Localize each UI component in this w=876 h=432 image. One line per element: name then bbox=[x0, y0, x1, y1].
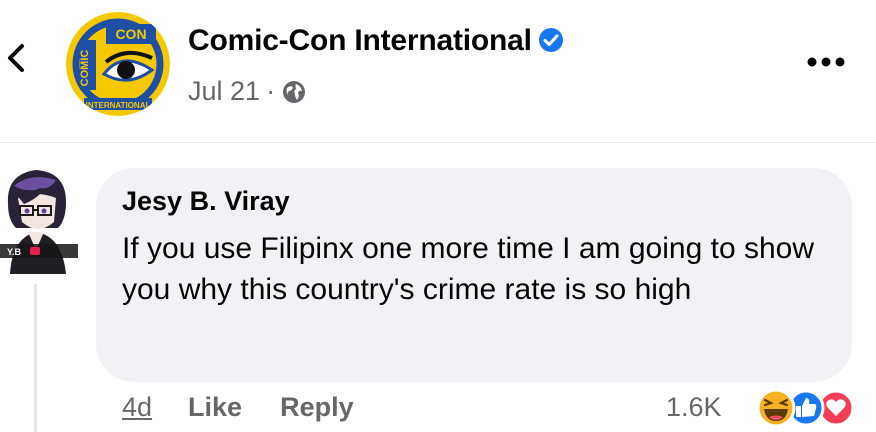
commenter-avatar-image: Y.B bbox=[0, 170, 78, 274]
more-options-button[interactable] bbox=[800, 50, 852, 74]
comment-time[interactable]: 4d bbox=[122, 392, 152, 423]
header-divider bbox=[0, 142, 876, 143]
comment-author[interactable]: Jesy B. Viray bbox=[122, 186, 290, 217]
meta-separator: · bbox=[266, 76, 276, 106]
comic-con-logo: COMIC CON INTERNATIONAL bbox=[66, 12, 170, 116]
page-name[interactable]: Comic-Con International bbox=[188, 24, 564, 58]
reaction-summary[interactable] bbox=[736, 388, 860, 428]
globe-icon bbox=[283, 81, 306, 103]
reply-button[interactable]: Reply bbox=[280, 392, 354, 423]
commenter-avatar[interactable]: Y.B bbox=[0, 164, 78, 280]
back-button[interactable] bbox=[2, 38, 30, 78]
page-name-text[interactable]: Comic-Con International bbox=[188, 24, 532, 57]
post-meta: Jul 21 · bbox=[188, 76, 307, 107]
thread-line bbox=[34, 284, 37, 432]
svg-text:INTERNATIONAL: INTERNATIONAL bbox=[86, 101, 151, 110]
post-view: COMIC CON INTERNATIONAL Comic-Con Intern… bbox=[0, 0, 876, 432]
haha-reaction-icon bbox=[756, 388, 796, 428]
chevron-left-icon bbox=[8, 44, 24, 72]
svg-text:CON: CON bbox=[115, 26, 146, 42]
comment-text: If you use Filipinx one more time I am g… bbox=[122, 232, 814, 306]
page-avatar[interactable]: COMIC CON INTERNATIONAL bbox=[66, 12, 170, 116]
more-options-icon bbox=[807, 57, 845, 67]
comment-actions: 4d Like Reply bbox=[122, 392, 392, 428]
avatar-badge-text: Y.B bbox=[7, 247, 22, 257]
like-button[interactable]: Like bbox=[188, 392, 242, 423]
reaction-icons bbox=[756, 388, 855, 428]
post-date[interactable]: Jul 21 bbox=[188, 76, 260, 106]
reaction-count[interactable]: 1.6K bbox=[666, 392, 722, 423]
verified-badge-icon bbox=[538, 28, 563, 52]
svg-text:COMIC: COMIC bbox=[79, 50, 91, 87]
